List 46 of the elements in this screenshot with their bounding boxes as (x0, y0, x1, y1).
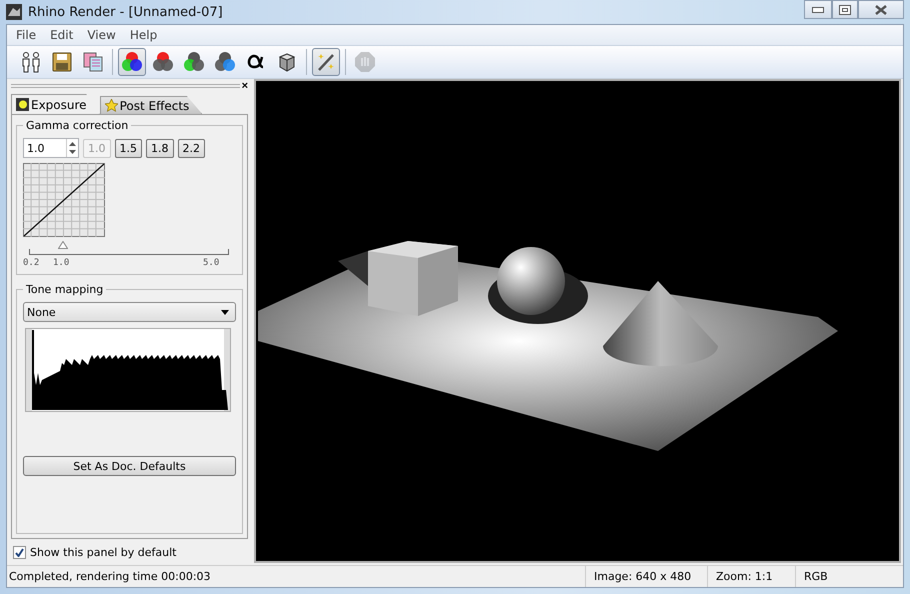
people-icon (20, 51, 42, 73)
checkbox-label: Show this panel by default (30, 546, 176, 558)
tone-mapping-dropdown[interactable]: None (23, 302, 236, 322)
menu-item[interactable]: View (80, 28, 123, 42)
set-defaults-button[interactable]: Set As Doc. Defaults (23, 456, 236, 476)
light-icon (16, 98, 29, 111)
color-channel-icon (121, 51, 143, 73)
status-text: RGB (795, 566, 903, 587)
status-text: Completed, rendering time 00:00:03 (8, 569, 212, 585)
minimize-button[interactable] (804, 0, 832, 19)
status-text: Zoom: 1:1 (707, 566, 795, 587)
close-button[interactable] (858, 0, 904, 19)
toolbar-button[interactable] (118, 48, 146, 76)
gamma-preset-button[interactable]: 1.5 (114, 138, 142, 158)
dropdown-arrow-icon (221, 310, 229, 314)
copy-pages-icon (82, 51, 104, 73)
color-channel-icon (183, 51, 205, 73)
group-title: Tone mapping (25, 283, 104, 296)
color-channel-icon (214, 51, 236, 73)
slider-tick-label: 1.0 (53, 258, 70, 268)
slider-tick-label: 5.0 (203, 258, 220, 268)
slider-tick-label: 0.2 (23, 258, 40, 268)
close-icon (875, 4, 887, 14)
app-logo-icon (6, 4, 22, 20)
status-text: Image: 640 x 480 (585, 566, 707, 587)
menu-item[interactable]: Help (122, 28, 164, 42)
star-icon (104, 99, 118, 112)
close-panel-button[interactable]: × (242, 81, 248, 91)
minimize-icon (812, 6, 824, 12)
toolbar-button[interactable] (312, 48, 340, 76)
window-title: Rhino Render - [Unnamed-07] (28, 4, 223, 20)
color-channel-icon (152, 51, 174, 73)
menu-item[interactable]: Edit (43, 28, 80, 42)
checkbox[interactable] (13, 546, 26, 558)
gamma-spin-field[interactable]: 1.0 (23, 138, 79, 158)
gamma-preset-button[interactable]: 1.8 (146, 138, 174, 158)
gamma-preset-button[interactable]: 2.2 (178, 138, 205, 158)
group-title: Gamma correction (25, 119, 130, 132)
tab[interactable]: Post Effects (100, 96, 202, 114)
tab[interactable]: Exposure (11, 94, 100, 114)
maximize-icon (839, 4, 851, 14)
menu-item[interactable]: File (9, 28, 44, 42)
spin-arrows-icon[interactable] (69, 141, 76, 155)
stop-hand-icon (354, 51, 376, 73)
slider-thumb[interactable] (58, 241, 68, 249)
maximize-button[interactable] (832, 0, 858, 19)
